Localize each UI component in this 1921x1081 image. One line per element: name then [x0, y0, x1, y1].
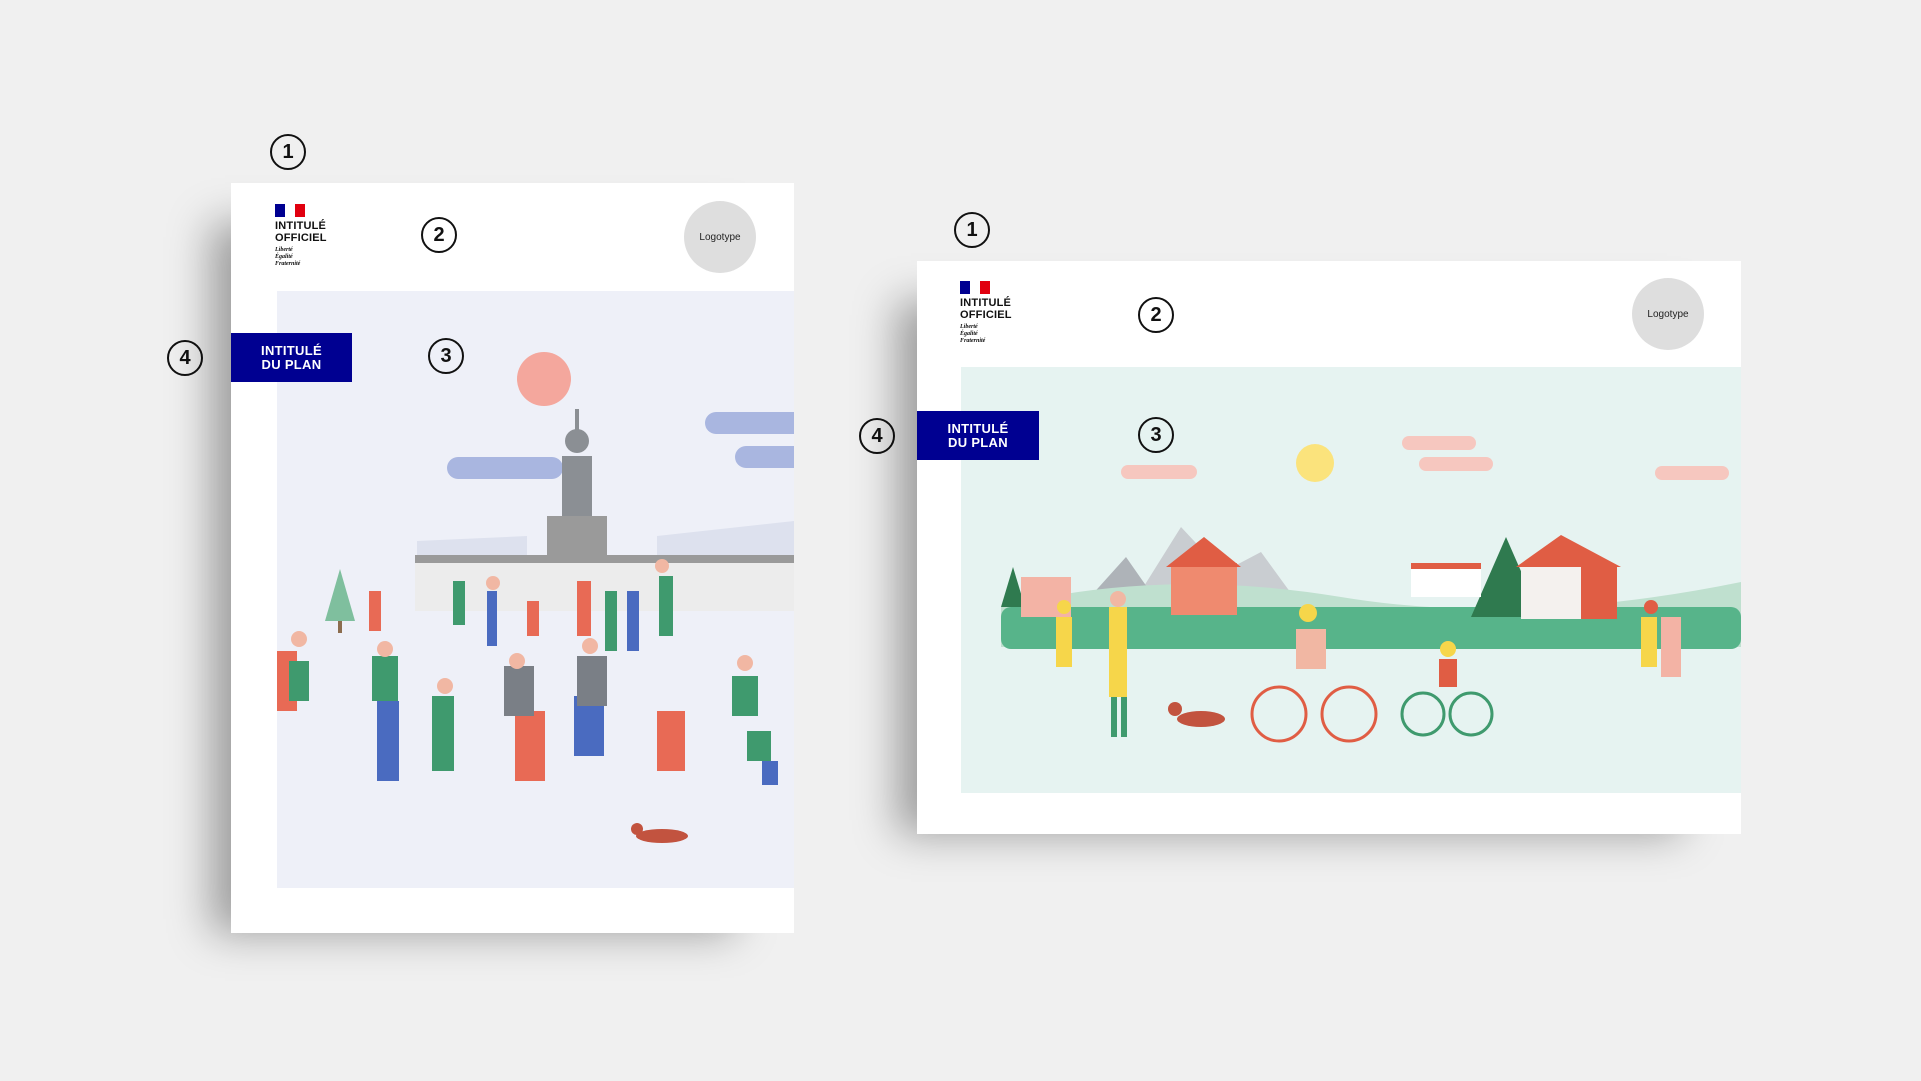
marker-1-left: 1: [270, 134, 306, 170]
logo-line-2: OFFICIEL: [960, 309, 1012, 321]
poster-portrait: INTITULÉ OFFICIEL Liberté Égalité Fraterni…: [231, 183, 794, 933]
plan-title-box-right: INTITULÉ DU PLAN: [917, 411, 1039, 460]
marker-4-left: 4: [167, 340, 203, 376]
marker-1-right: 1: [954, 212, 990, 248]
flag-icon: [275, 204, 305, 217]
countryside-illustration: [1001, 436, 1741, 743]
marker-2-right: 2: [1138, 297, 1174, 333]
illustration-countryside: [961, 367, 1741, 793]
marker-3-left: 3: [428, 338, 464, 374]
poster-landscape: INTITULÉ OFFICIEL Liberté Égalité Fraterni…: [917, 261, 1741, 834]
logo-line-1: INTITULÉ: [960, 297, 1012, 309]
marker-3-right: 3: [1138, 417, 1174, 453]
plan-title-box-left: INTITULÉ DU PLAN: [231, 333, 352, 382]
flag-icon: [960, 281, 990, 294]
official-logo: INTITULÉ OFFICIEL Liberté Égalité Fraterni…: [275, 204, 327, 268]
marker-4-right: 4: [859, 418, 895, 454]
marker-2-left: 2: [421, 217, 457, 253]
logo-line-2: OFFICIEL: [275, 232, 327, 244]
illustration-city-crowd: [277, 291, 794, 888]
logotype-placeholder: Logotype: [684, 201, 756, 273]
logo-line-1: INTITULÉ: [275, 220, 327, 232]
logo-motto: Liberté Égalité Fraternité: [960, 324, 986, 344]
city-crowd-illustration: [277, 352, 794, 888]
logo-motto: Liberté Égalité Fraternité: [275, 247, 301, 267]
logotype-placeholder: Logotype: [1632, 278, 1704, 350]
official-logo: INTITULÉ OFFICIEL Liberté Égalité Fraterni…: [960, 281, 1012, 345]
